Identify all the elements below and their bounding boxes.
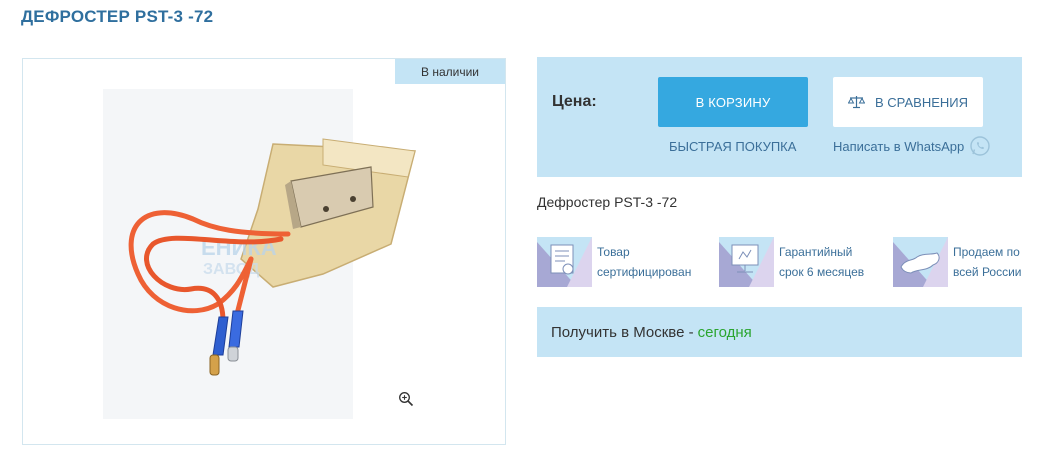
- feature-line: Гарантийный: [779, 245, 853, 259]
- delivery-info: Получить в Москве - сегодня: [537, 307, 1022, 357]
- feature-line: сертифицирован: [597, 265, 692, 279]
- feature-line: Продаем по: [953, 245, 1020, 259]
- feature-delivery-russia: Продаем по всей России: [893, 237, 1022, 287]
- add-to-compare-button[interactable]: В СРАВНЕНИЯ: [833, 77, 983, 127]
- feature-certified: Товар сертифицирован: [537, 237, 707, 287]
- feature-warranty: Гарантийный срок 6 месяцев: [719, 237, 889, 287]
- feature-text: Гарантийный срок 6 месяцев: [779, 242, 889, 282]
- feature-text: Товар сертифицирован: [597, 242, 707, 282]
- quick-buy-link[interactable]: БЫСТРАЯ ПОКУПКА: [669, 139, 796, 154]
- compare-button-label: В СРАВНЕНИЯ: [875, 94, 968, 110]
- page-title: ДЕФРОСТЕР PST-3 -72: [21, 7, 214, 26]
- product-image[interactable]: ЕНИКА ЗАВОД: [23, 59, 506, 445]
- feature-line: срок 6 месяцев: [779, 265, 865, 279]
- warranty-icon: [719, 237, 774, 287]
- add-to-cart-button[interactable]: В КОРЗИНУ: [658, 77, 808, 127]
- delivery-prefix: Получить в Москве -: [551, 323, 694, 341]
- feature-text: Продаем по всей России: [953, 242, 1022, 282]
- delivery-when: сегодня: [697, 323, 752, 341]
- scales-icon: [848, 96, 865, 109]
- buy-panel: Цена: В КОРЗИНУ В СРАВНЕНИЯ БЫСТРАЯ ПОКУ…: [537, 57, 1022, 177]
- whatsapp-icon: [970, 136, 990, 156]
- whatsapp-link[interactable]: Написать в WhatsApp: [833, 135, 991, 157]
- feature-line: всей России: [953, 265, 1022, 279]
- feature-line: Товар: [597, 245, 630, 259]
- product-image-card[interactable]: ЕНИКА ЗАВОД В наличии: [22, 58, 506, 445]
- price-label: Цена:: [552, 93, 597, 110]
- certificate-icon: [537, 237, 592, 287]
- stock-badge: В наличии: [395, 59, 505, 84]
- zoom-icon[interactable]: [398, 391, 414, 407]
- product-name: Дефростер PST-3 -72: [537, 194, 678, 210]
- russia-map-icon: [893, 237, 948, 287]
- whatsapp-label: Написать в WhatsApp: [833, 138, 965, 154]
